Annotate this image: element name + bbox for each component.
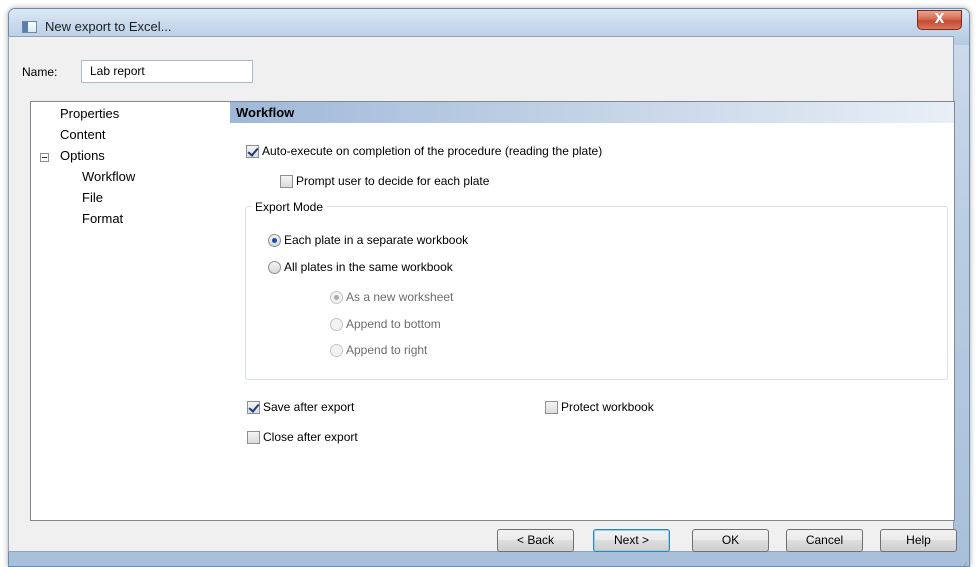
- radio-append-right-label: Append to right: [346, 343, 428, 357]
- close-after-export-label: Close after export: [263, 430, 358, 444]
- radio-unselected-icon[interactable]: [268, 260, 281, 274]
- radio-separate-workbook[interactable]: Each plate in a separate workbook: [268, 233, 468, 247]
- options-tree: Properties Content Options Workflow File…: [30, 101, 235, 521]
- save-after-export-checkbox[interactable]: Save after export: [247, 400, 354, 414]
- tree-item-file[interactable]: File: [82, 190, 103, 205]
- export-mode-title: Export Mode: [251, 200, 328, 214]
- close-after-export-checkbox[interactable]: Close after export: [247, 430, 358, 444]
- auto-execute-label: Auto-execute on completion of the proced…: [262, 144, 603, 158]
- next-button[interactable]: Next >: [593, 529, 670, 552]
- auto-execute-checkbox[interactable]: Auto-execute on completion of the proced…: [246, 144, 602, 158]
- tree-item-properties[interactable]: Properties: [60, 106, 119, 121]
- window-icon: [22, 21, 37, 33]
- checkbox-unchecked-icon[interactable]: [247, 430, 260, 444]
- name-label: Name:: [22, 65, 58, 79]
- radio-separate-workbook-label: Each plate in a separate workbook: [284, 233, 469, 247]
- cancel-button[interactable]: Cancel: [786, 529, 863, 552]
- tree-item-options[interactable]: Options: [60, 148, 105, 163]
- radio-disabled-selected-icon[interactable]: [330, 290, 343, 304]
- window-title: New export to Excel...: [45, 19, 172, 34]
- radio-new-worksheet-label: As a new worksheet: [346, 290, 454, 304]
- save-after-export-label: Save after export: [263, 400, 355, 414]
- tree-item-workflow[interactable]: Workflow: [82, 169, 135, 184]
- radio-append-bottom-label: Append to bottom: [346, 317, 441, 331]
- resize-grip-icon[interactable]: [957, 553, 967, 563]
- prompt-user-label: Prompt user to decide for each plate: [296, 174, 490, 188]
- radio-disabled-icon[interactable]: [330, 317, 343, 331]
- tree-item-content[interactable]: Content: [60, 127, 106, 142]
- protect-workbook-label: Protect workbook: [561, 400, 654, 414]
- radio-append-bottom[interactable]: Append to bottom: [330, 317, 441, 331]
- checkbox-unchecked-icon[interactable]: [280, 174, 293, 188]
- radio-same-workbook-label: All plates in the same workbook: [284, 260, 453, 274]
- checkbox-unchecked-icon[interactable]: [545, 400, 558, 414]
- close-button[interactable]: X: [917, 10, 962, 30]
- name-input[interactable]: Lab report: [81, 60, 253, 83]
- back-button[interactable]: < Back: [497, 529, 574, 552]
- ok-button[interactable]: OK: [692, 529, 769, 552]
- help-button[interactable]: Help: [880, 529, 957, 552]
- collapse-toggle-icon[interactable]: [40, 153, 49, 162]
- prompt-user-checkbox[interactable]: Prompt user to decide for each plate: [280, 174, 489, 188]
- radio-same-workbook[interactable]: All plates in the same workbook: [268, 260, 453, 274]
- checkbox-checked-icon[interactable]: [246, 144, 259, 158]
- protect-workbook-checkbox[interactable]: Protect workbook: [545, 400, 654, 414]
- radio-selected-icon[interactable]: [268, 233, 281, 247]
- panel-header: Workflow: [230, 102, 954, 123]
- tree-item-format[interactable]: Format: [82, 211, 123, 226]
- checkbox-checked-icon[interactable]: [247, 400, 260, 414]
- radio-new-worksheet[interactable]: As a new worksheet: [330, 290, 453, 304]
- radio-append-right[interactable]: Append to right: [330, 343, 427, 357]
- radio-disabled-icon[interactable]: [330, 343, 343, 357]
